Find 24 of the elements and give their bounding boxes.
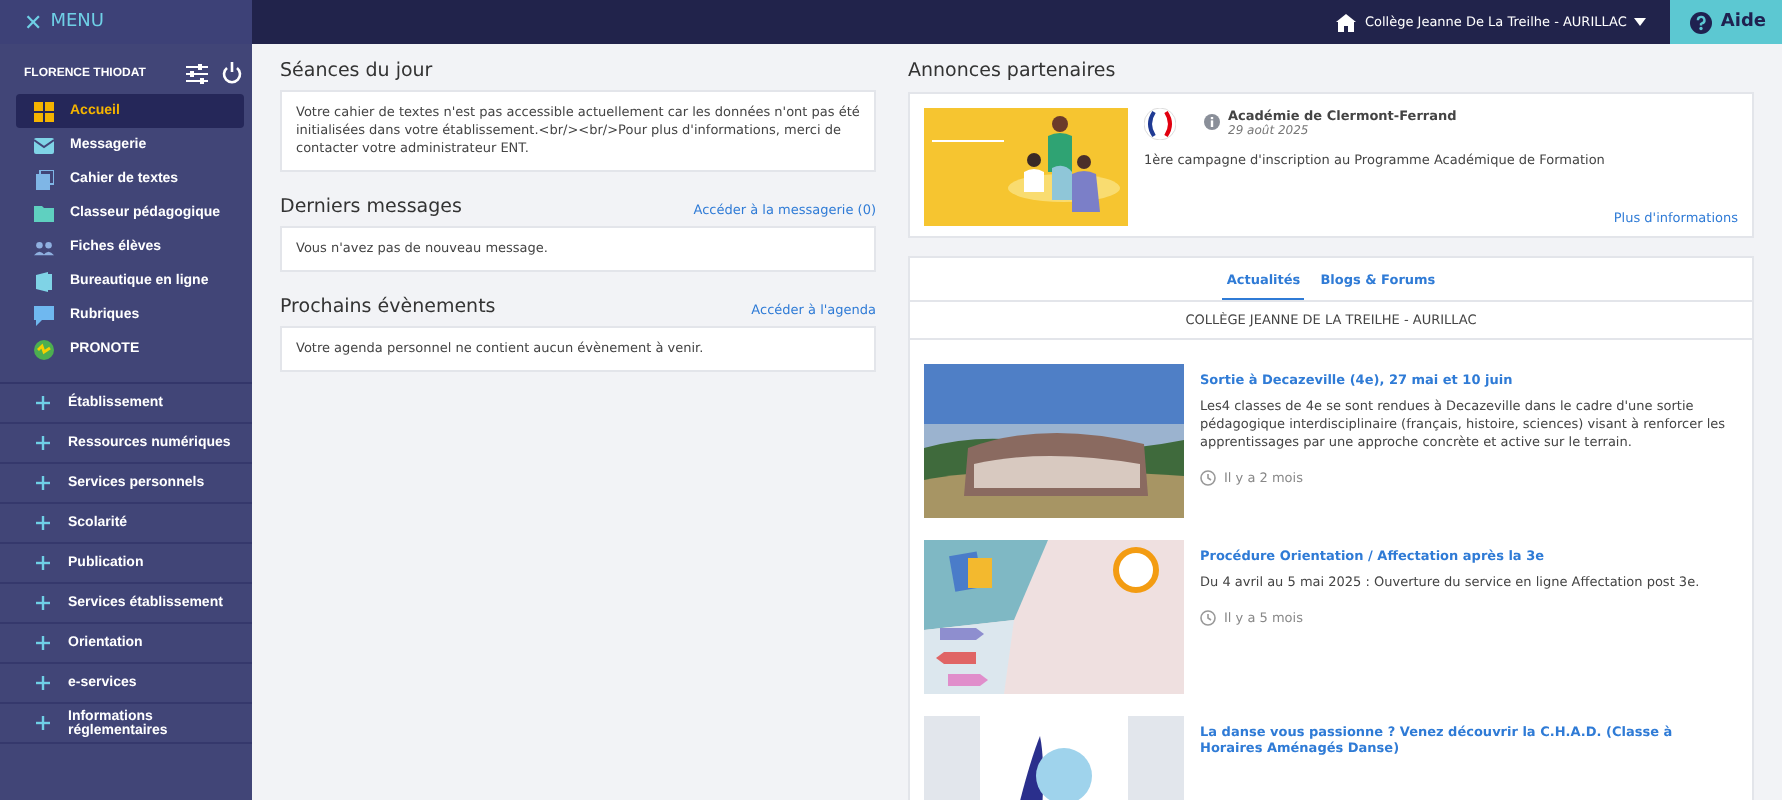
settings-icon[interactable]	[186, 63, 208, 83]
info-icon	[1204, 114, 1220, 130]
chat-icon	[34, 305, 54, 325]
document-icon	[34, 271, 54, 291]
marianne-icon	[1144, 108, 1176, 140]
help-icon	[1690, 11, 1713, 33]
clock-icon	[1200, 610, 1216, 627]
home-icon	[1336, 13, 1357, 31]
panel-title: Séances du jour	[280, 60, 433, 82]
envelope-icon	[34, 137, 54, 153]
caret-icon	[1634, 18, 1647, 26]
panel-title: Annonces partenaires	[908, 60, 1118, 82]
folder-icon	[34, 204, 54, 222]
close-icon[interactable]: ✕	[24, 9, 43, 35]
book-icon	[34, 169, 54, 189]
menu-label[interactable]: MENU	[50, 12, 104, 32]
help-button[interactable]: Aide	[1670, 0, 1782, 44]
clock-icon	[1200, 470, 1216, 487]
panel-title: Derniers messages	[280, 196, 462, 219]
grid-icon	[34, 101, 54, 121]
pronote-icon	[34, 339, 54, 359]
panel-title: Prochains évènements	[280, 296, 496, 319]
power-icon[interactable]	[222, 62, 242, 84]
people-icon	[34, 239, 54, 255]
